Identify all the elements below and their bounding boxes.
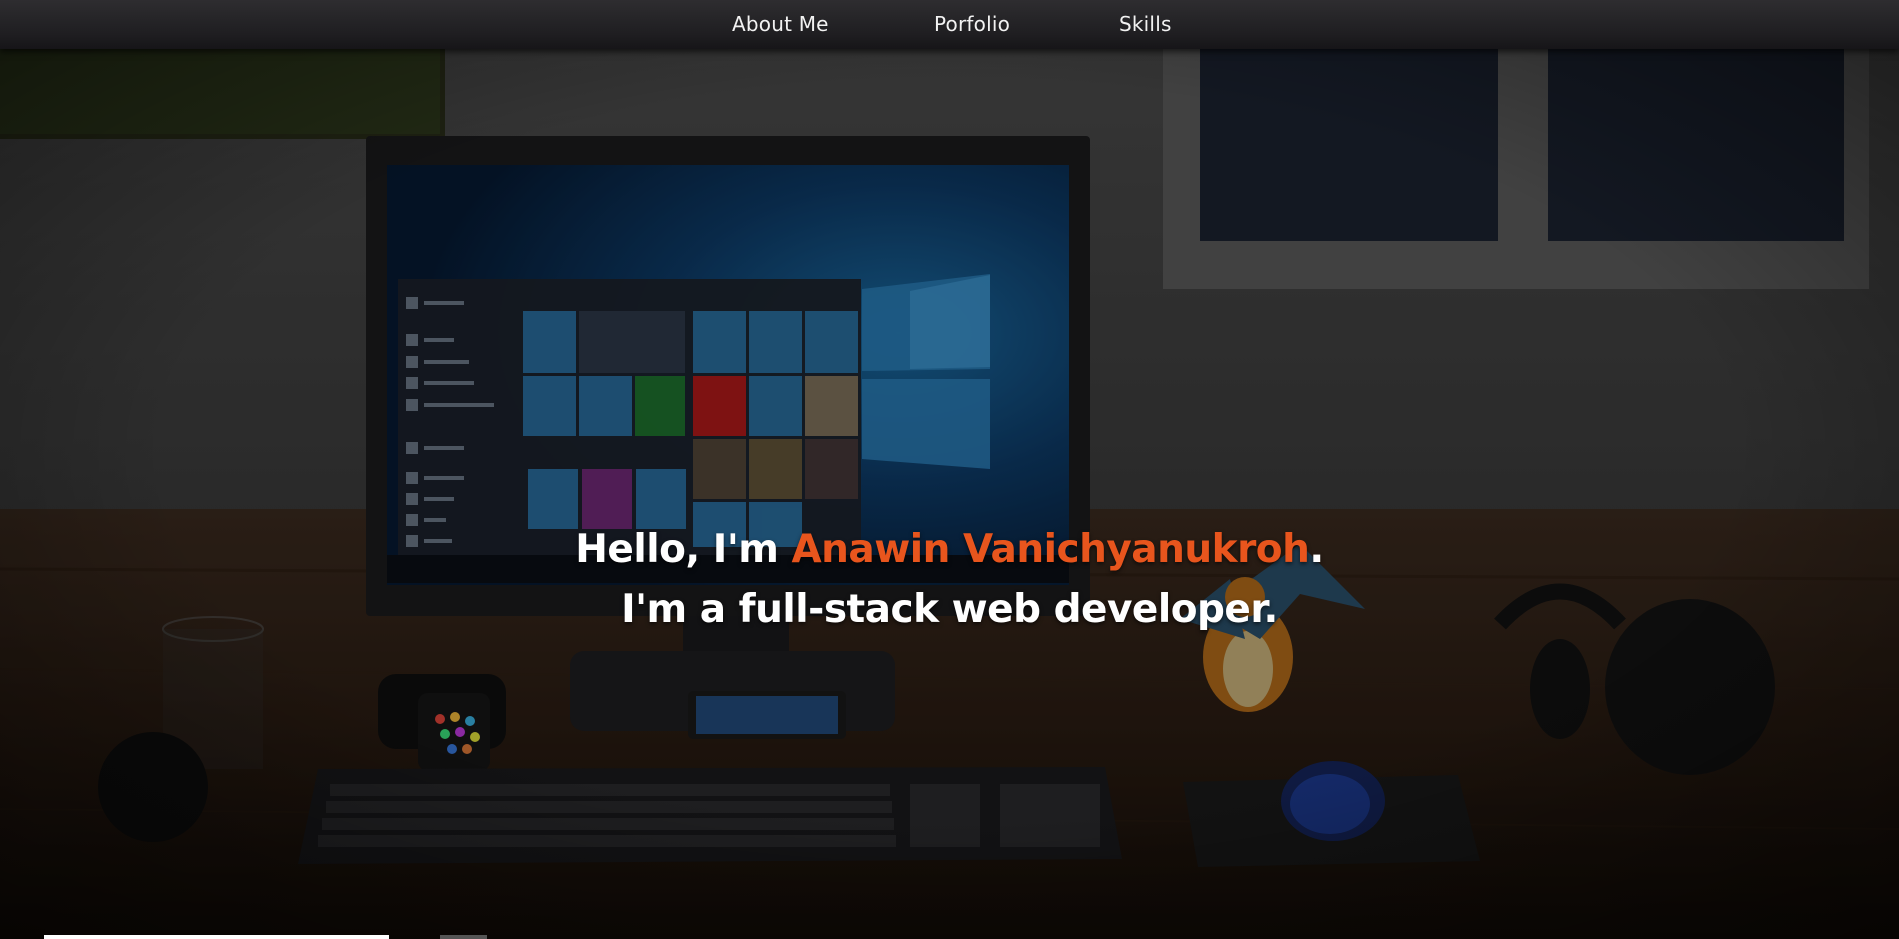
scroll-indicator [44,935,389,939]
scroll-indicator-secondary [440,935,487,939]
nav-link-about-me[interactable]: About Me [732,12,829,36]
hero-section: Hello, I'm Anawin Vanichyanukroh. I'm a … [0,49,1899,939]
hero-background-photo [0,49,1899,939]
nav-link-skills[interactable]: Skills [1119,12,1172,36]
greeting-prefix: Hello, I'm [575,527,792,572]
nav-link-portfolio[interactable]: Porfolio [934,12,1010,36]
developer-name: Anawin Vanichyanukroh [791,527,1310,572]
greeting-suffix: . [1309,527,1324,572]
hero-greeting: Hello, I'm Anawin Vanichyanukroh. [0,527,1899,572]
top-navbar: About Me Porfolio Skills [0,0,1899,49]
hero-tagline: I'm a full-stack web developer. [621,587,1278,632]
